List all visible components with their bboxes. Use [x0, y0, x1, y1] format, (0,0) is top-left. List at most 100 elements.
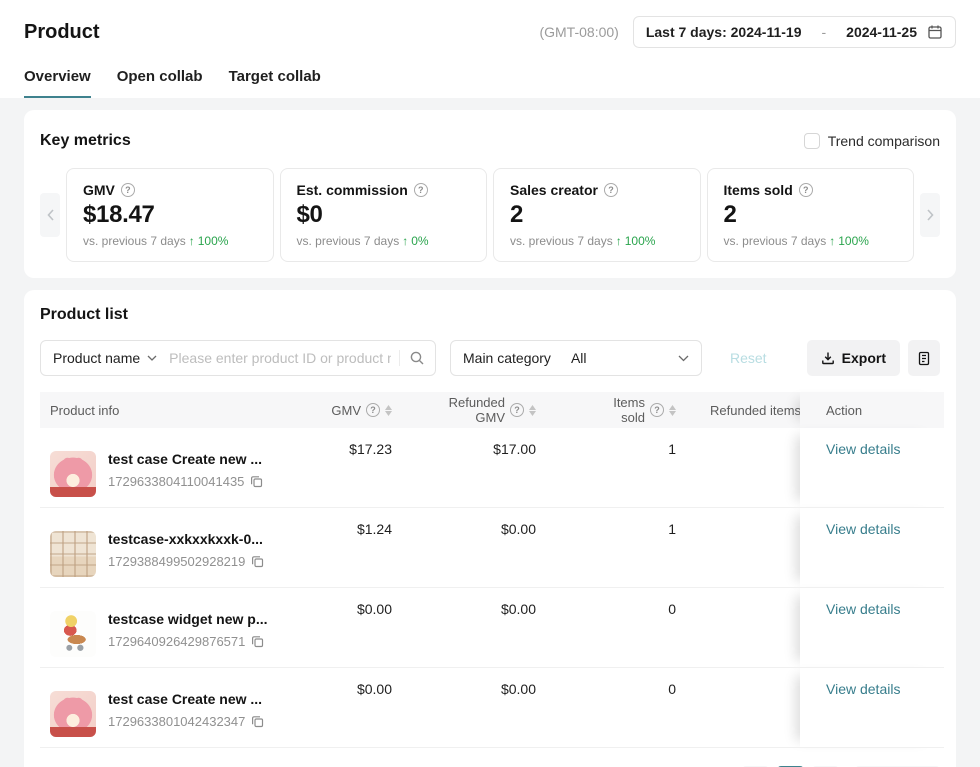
reset-button[interactable]: Reset	[730, 350, 767, 366]
sort-icon[interactable]	[385, 405, 392, 416]
sort-icon[interactable]	[669, 405, 676, 416]
column-refunded-items: Refunded items ...	[700, 392, 800, 428]
table-header-row: Product info GMV ? Refunded GMV ?	[40, 392, 944, 428]
help-icon[interactable]: ?	[510, 403, 524, 417]
gmv-cell: $17.23	[340, 428, 436, 508]
copy-icon[interactable]	[251, 635, 264, 648]
action-cell: View details	[800, 508, 944, 588]
report-icon-button[interactable]	[908, 340, 940, 376]
action-cell: View details	[800, 668, 944, 748]
tab-bar: Overview Open collab Target collab	[24, 68, 956, 98]
export-button[interactable]: Export	[807, 340, 900, 376]
gmv-cell: $0.00	[340, 588, 436, 668]
column-product-info: Product info	[40, 392, 340, 428]
export-label: Export	[842, 350, 886, 366]
product-id: 1729633804110041435	[108, 474, 244, 489]
metric-compare-text: vs. previous 7 days	[510, 234, 613, 248]
help-icon[interactable]: ?	[799, 183, 813, 197]
product-id: 1729633801042432347	[108, 714, 245, 729]
gmv-cell: $1.24	[340, 508, 436, 588]
metric-value: 2	[724, 201, 898, 229]
product-image	[50, 531, 96, 577]
trend-comparison-label: Trend comparison	[828, 133, 940, 149]
refunded-gmv-cell: $0.00	[436, 668, 580, 748]
help-icon[interactable]: ?	[414, 183, 428, 197]
sort-icon[interactable]	[529, 405, 536, 416]
metric-label: Sales creator	[510, 182, 598, 198]
product-info-cell: test case Create new ... 172963380104243…	[40, 681, 340, 747]
product-info-cell: test case Create new ... 172963380411004…	[40, 441, 340, 507]
product-image	[50, 691, 96, 737]
date-range-end: 2024-11-25	[846, 24, 917, 40]
tab-overview[interactable]: Overview	[24, 68, 91, 98]
product-list-panel: Product list Product name Main category …	[24, 290, 956, 767]
help-icon[interactable]: ?	[650, 403, 664, 417]
view-details-link[interactable]: View details	[826, 601, 900, 617]
table-row: test case Create new ... 172963380104243…	[40, 668, 944, 748]
metric-compare-text: vs. previous 7 days	[724, 234, 827, 248]
view-details-link[interactable]: View details	[826, 681, 900, 697]
metric-label: Est. commission	[297, 182, 408, 198]
divider	[399, 350, 400, 366]
column-items-sold: Items sold ?	[580, 392, 700, 428]
up-arrow-icon: ↑	[616, 234, 622, 248]
view-details-link[interactable]: View details	[826, 521, 900, 537]
search-field-selector[interactable]: Product name	[53, 350, 157, 366]
product-image	[50, 611, 96, 657]
product-search: Product name	[40, 340, 436, 376]
search-field-label: Product name	[53, 350, 140, 366]
page-title: Product	[24, 21, 100, 44]
table-row: testcase-xxkxxkxxk-0... 1729388499502928…	[40, 508, 944, 588]
column-label: GMV	[331, 403, 361, 418]
items-sold-cell: 0	[580, 668, 700, 748]
metric-value: 2	[510, 201, 684, 229]
view-details-link[interactable]: View details	[826, 441, 900, 457]
metric-value: $18.47	[83, 201, 257, 229]
column-gmv: GMV ?	[340, 392, 436, 428]
up-arrow-icon: ↑	[829, 234, 835, 248]
refunded-gmv-cell: $0.00	[436, 588, 580, 668]
product-name: testcase-xxkxxkxxk-0...	[108, 531, 264, 547]
metric-compare-text: vs. previous 7 days	[83, 234, 186, 248]
refunded-gmv-cell: $17.00	[436, 428, 580, 508]
product-list-title: Product list	[40, 306, 940, 324]
chevron-left-icon	[47, 209, 54, 221]
tab-open-collab[interactable]: Open collab	[117, 68, 203, 98]
tab-target-collab[interactable]: Target collab	[229, 68, 321, 98]
up-arrow-icon: ↑	[402, 234, 408, 248]
download-icon	[821, 351, 835, 365]
help-icon[interactable]: ?	[366, 403, 380, 417]
metrics-scroll-right-button[interactable]	[920, 193, 940, 237]
metric-value: $0	[297, 201, 471, 229]
search-icon[interactable]	[409, 350, 425, 366]
search-input[interactable]	[157, 350, 399, 366]
chevron-down-icon	[147, 355, 157, 361]
metric-card-items-sold: Items sold ? 2 vs. previous 7 days ↑ 100…	[707, 168, 915, 262]
timezone-label: (GMT-08:00)	[539, 24, 618, 40]
refunded-items-cell	[700, 588, 800, 668]
metric-change: 0%	[411, 234, 428, 248]
copy-icon[interactable]	[250, 475, 263, 488]
main-category-select[interactable]: Main category All	[450, 340, 702, 376]
help-icon[interactable]: ?	[121, 183, 135, 197]
product-info-cell: testcase-xxkxxkxxk-0... 1729388499502928…	[40, 521, 340, 587]
table-row: test case Create new ... 172963380411004…	[40, 428, 944, 508]
trend-comparison-checkbox[interactable]	[804, 133, 820, 149]
product-name: testcase widget new p...	[108, 611, 268, 627]
category-value: All	[571, 350, 587, 366]
clipboard-icon	[917, 351, 931, 366]
product-id: 1729640926429876571	[108, 634, 245, 649]
items-sold-cell: 1	[580, 428, 700, 508]
metrics-scroll-left-button[interactable]	[40, 193, 60, 237]
refunded-items-cell	[700, 428, 800, 508]
items-sold-cell: 1	[580, 508, 700, 588]
up-arrow-icon: ↑	[189, 234, 195, 248]
copy-icon[interactable]	[251, 715, 264, 728]
refunded-gmv-cell: $0.00	[436, 508, 580, 588]
action-cell: View details	[800, 588, 944, 668]
copy-icon[interactable]	[251, 555, 264, 568]
date-range-picker[interactable]: Last 7 days: 2024-11-19 - 2024-11-25	[633, 16, 956, 48]
trend-comparison-toggle[interactable]: Trend comparison	[804, 133, 940, 149]
metric-card-gmv: GMV ? $18.47 vs. previous 7 days ↑ 100%	[66, 168, 274, 262]
help-icon[interactable]: ?	[604, 183, 618, 197]
